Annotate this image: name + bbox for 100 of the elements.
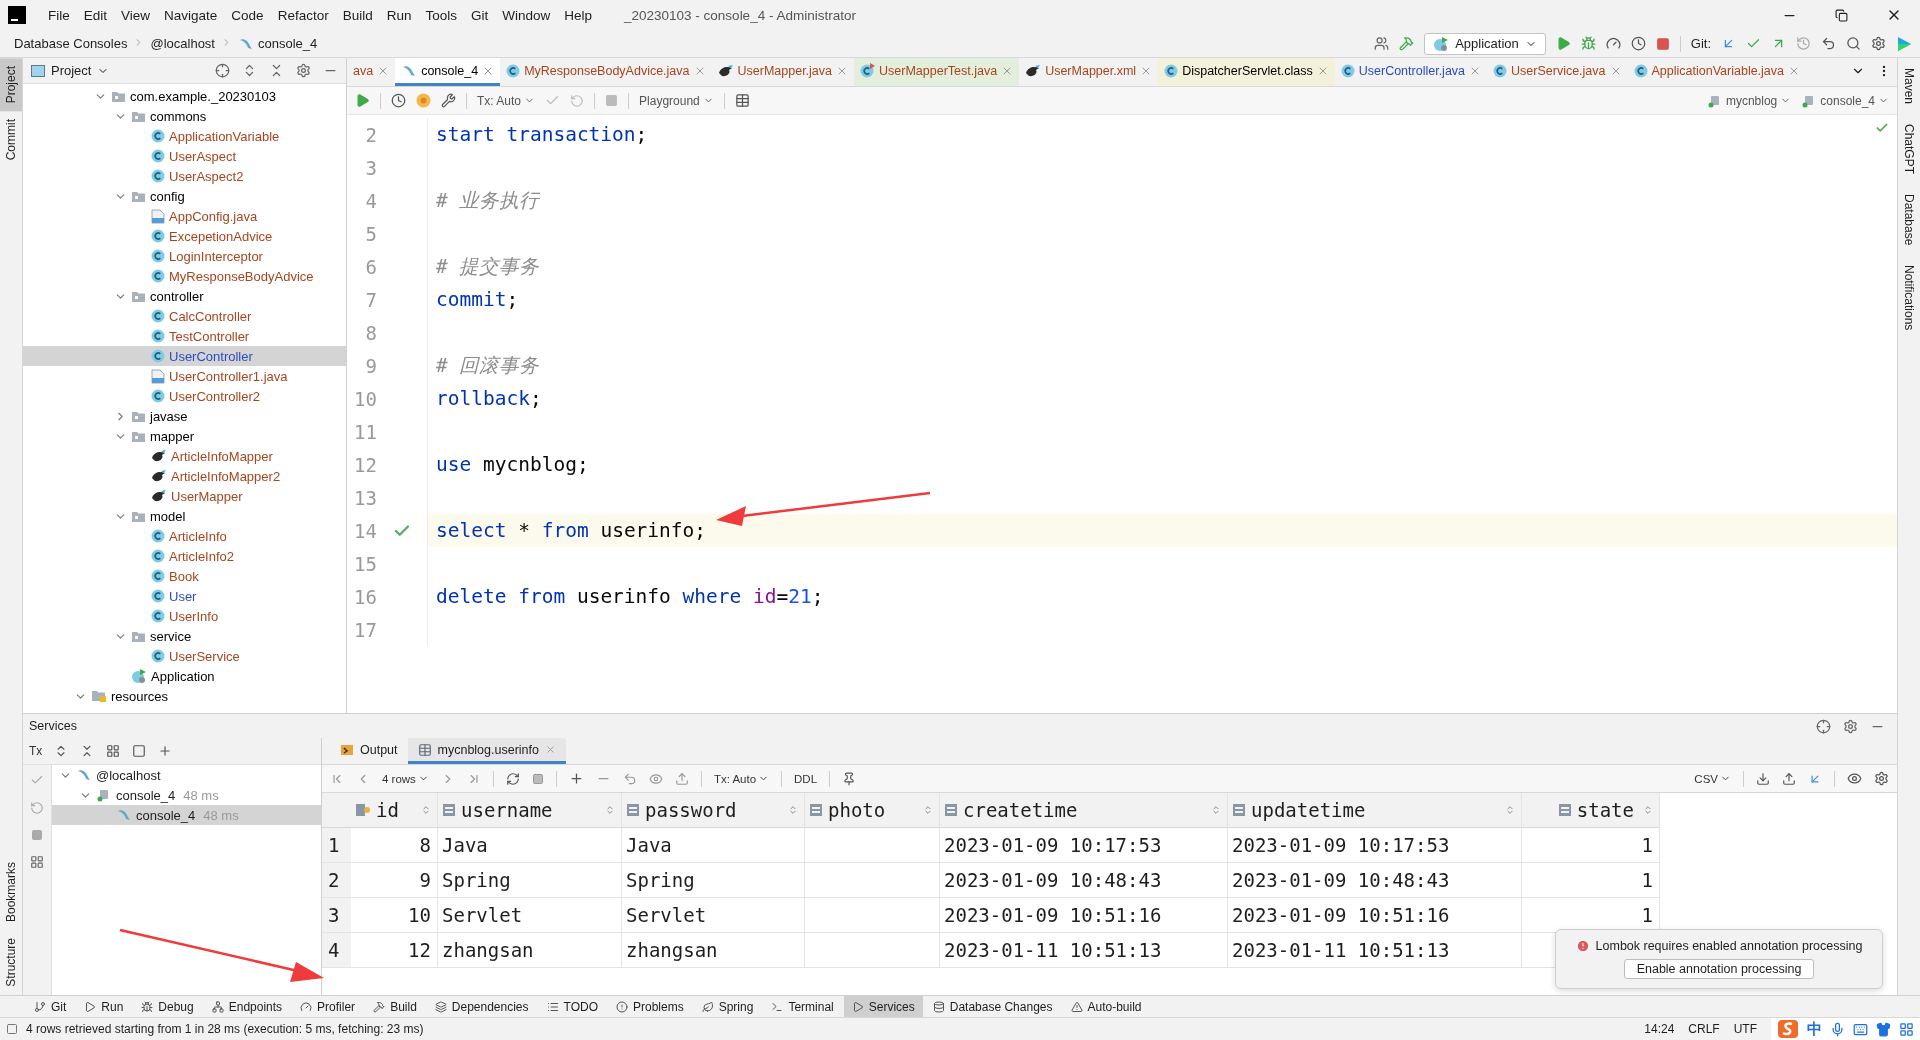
menu-item[interactable]: File — [42, 4, 76, 26]
breadcrumb-item[interactable]: Database Consoles — [12, 34, 130, 53]
tree-item[interactable]: @localhost — [52, 765, 321, 785]
tree-item[interactable]: UserController2 — [23, 386, 346, 406]
tree-item[interactable]: ExcepetionAdvice — [23, 226, 346, 246]
tree-item[interactable]: mapper — [23, 426, 346, 446]
tree-item[interactable]: Book — [23, 566, 346, 586]
run-configuration-dropdown[interactable]: Application — [1424, 32, 1546, 55]
tool-window-button[interactable]: Services — [843, 996, 923, 1017]
tree-item[interactable]: MyResponseBodyAdvice — [23, 266, 346, 286]
column-header[interactable]: username — [438, 793, 622, 828]
editor-tab[interactable]: ApplicationVariable.java — [1627, 58, 1807, 86]
tool-window-button[interactable]: TODO — [538, 996, 606, 1017]
mode-dropdown[interactable]: Playground — [639, 93, 714, 108]
tree-item[interactable]: AppConfig.java — [23, 206, 346, 226]
tool-window-button[interactable]: Git — [26, 996, 75, 1017]
menu-item[interactable]: Run — [380, 4, 418, 26]
tool-window-tab[interactable]: Structure — [0, 930, 22, 995]
breadcrumb-item[interactable]: @localhost — [148, 34, 217, 53]
menu-item[interactable]: Help — [558, 4, 599, 26]
menu-item[interactable]: Navigate — [158, 4, 224, 26]
menu-item[interactable]: Git — [465, 4, 495, 26]
menu-item[interactable]: Window — [496, 4, 557, 26]
tree-item[interactable]: console_4 48 ms — [52, 805, 321, 825]
tree-item[interactable]: commons — [23, 106, 346, 126]
tree-item[interactable]: ArticleInfoMapper — [23, 446, 346, 466]
tree-item[interactable]: TestController — [23, 326, 346, 346]
transaction-mode-dropdown[interactable]: Tx: Auto — [477, 93, 536, 108]
breadcrumb-item[interactable]: console_4 — [236, 34, 320, 53]
tree-item[interactable]: ArticleInfoMapper2 — [23, 466, 346, 486]
schema-dropdown[interactable]: mycnblog — [1706, 93, 1792, 108]
editor-tab[interactable]: console_4 — [395, 58, 501, 86]
editor-tab[interactable]: ava — [347, 58, 396, 86]
tool-window-tab[interactable]: Maven — [1898, 58, 1920, 115]
ddl-button[interactable]: DDL — [794, 772, 818, 785]
enable-button[interactable]: Enable annotation processing — [1623, 959, 1815, 979]
menu-item[interactable]: Tools — [419, 4, 463, 26]
tree-item[interactable]: ArticleInfo — [23, 526, 346, 546]
result-tab[interactable]: mycnblog.userinfo — [407, 738, 566, 764]
tree-item[interactable]: controller — [23, 286, 346, 306]
editor-tab[interactable]: UserMapper.java — [711, 58, 855, 86]
tool-window-tab[interactable]: Project — [0, 58, 22, 112]
menu-item[interactable]: Refactor — [271, 4, 335, 26]
tree-item[interactable]: Application — [23, 666, 346, 686]
tool-window-tab[interactable]: Database — [1898, 184, 1920, 256]
tree-item[interactable]: User — [23, 586, 346, 606]
tool-window-button[interactable]: Problems — [608, 996, 692, 1017]
menu-item[interactable]: Code — [225, 4, 270, 26]
tool-window-tab[interactable]: Notifications — [1898, 255, 1920, 341]
editor-tab[interactable]: MyResponseBodyAdvice.java — [500, 58, 712, 86]
menu-item[interactable]: Edit — [77, 4, 114, 26]
tool-window-button[interactable]: Terminal — [763, 996, 842, 1017]
tree-item[interactable]: model — [23, 506, 346, 526]
tree-item[interactable]: UserAspect2 — [23, 166, 346, 186]
tool-window-button[interactable]: Debug — [133, 996, 202, 1017]
tree-item[interactable]: UserController1.java — [23, 366, 346, 386]
ime-mode[interactable]: 中 — [1807, 1019, 1822, 1039]
tree-item[interactable]: javase — [23, 406, 346, 426]
tree-item[interactable]: resources — [23, 686, 346, 706]
column-header[interactable]: password — [622, 793, 805, 828]
tool-window-button[interactable]: Database Changes — [924, 996, 1061, 1017]
cursor-position[interactable]: 14:24 — [1644, 1022, 1675, 1036]
tree-item[interactable]: ApplicationVariable — [23, 126, 346, 146]
editor-tab[interactable]: DispatcherServlet.class — [1158, 58, 1335, 86]
line-separator[interactable]: CRLF — [1688, 1022, 1720, 1036]
tree-item[interactable]: LoginInterceptor — [23, 246, 346, 266]
tool-window-button[interactable]: Spring — [693, 996, 762, 1017]
editor-tab[interactable]: UserMapper.xml — [1019, 58, 1159, 86]
transaction-mode-dropdown[interactable]: Tx: Auto — [713, 772, 770, 785]
tool-window-tab[interactable]: Bookmarks — [0, 854, 22, 931]
tool-window-button[interactable]: Profiler — [292, 996, 364, 1017]
tree-item[interactable]: ArticleInfo2 — [23, 546, 346, 566]
column-header[interactable]: createtime — [940, 793, 1228, 828]
column-header[interactable]: photo — [805, 793, 940, 828]
tool-window-tab[interactable]: Commit — [0, 111, 22, 169]
page-size-dropdown[interactable]: 4 rows — [382, 772, 429, 785]
export-format-dropdown[interactable]: CSV — [1694, 772, 1731, 785]
column-header[interactable]: state — [1522, 793, 1660, 828]
tree-item[interactable]: UserService — [23, 646, 346, 666]
menu-item[interactable]: Build — [336, 4, 379, 26]
tree-item[interactable]: com.example._20230103 — [23, 86, 346, 106]
tool-window-button[interactable]: Run — [76, 996, 132, 1017]
column-header[interactable]: updatetime — [1228, 793, 1522, 828]
tree-item[interactable]: config — [23, 186, 346, 206]
editor-tab[interactable]: UserController.java — [1334, 58, 1488, 86]
session-dropdown[interactable]: console_4 — [1801, 93, 1889, 108]
menu-item[interactable]: View — [115, 4, 157, 26]
tool-window-button[interactable]: Build — [365, 996, 425, 1017]
tool-window-button[interactable]: Dependencies — [426, 996, 537, 1017]
project-view-dropdown[interactable]: Project — [31, 63, 110, 78]
file-encoding[interactable]: UTF — [1733, 1022, 1757, 1036]
tree-item[interactable]: service — [23, 626, 346, 646]
tool-window-button[interactable]: Endpoints — [203, 996, 291, 1017]
result-tab[interactable]: Output — [330, 738, 408, 764]
column-header[interactable]: id — [351, 793, 438, 828]
editor-tab[interactable]: UserService.java — [1487, 58, 1628, 86]
tool-window-tab[interactable]: ChatGPT — [1898, 114, 1920, 185]
transaction-button[interactable]: Tx — [29, 744, 43, 758]
tree-item[interactable]: console_4 48 ms — [52, 785, 321, 805]
tool-window-button[interactable]: Auto-build — [1062, 996, 1150, 1017]
